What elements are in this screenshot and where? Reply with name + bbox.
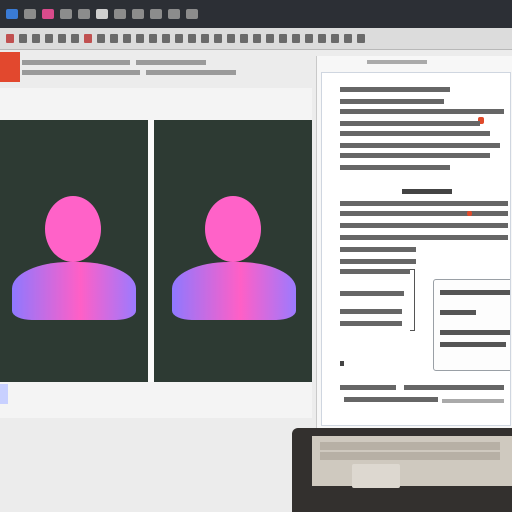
tool-icon[interactable] <box>71 34 79 43</box>
left-preview-panel[interactable] <box>0 120 148 382</box>
tool-icon[interactable] <box>162 34 170 43</box>
user-avatar-icon <box>168 196 300 320</box>
text-line <box>344 397 438 402</box>
text-line <box>340 153 490 158</box>
image-icon[interactable] <box>42 9 54 19</box>
tool-icon[interactable] <box>331 34 339 43</box>
app-icon[interactable] <box>6 9 18 19</box>
title-bar <box>0 0 512 28</box>
text-line <box>340 121 480 126</box>
tool-icon[interactable] <box>188 34 196 43</box>
tool-icon[interactable] <box>136 34 144 43</box>
brush-icon[interactable] <box>132 9 144 19</box>
user-avatar-icon <box>10 196 138 320</box>
text-line <box>340 247 416 252</box>
text-line <box>340 235 508 240</box>
text-line <box>340 321 402 326</box>
text-line <box>340 109 504 114</box>
tool-icon[interactable] <box>344 34 352 43</box>
tool-icon[interactable] <box>110 34 118 43</box>
grid-icon[interactable] <box>78 9 90 19</box>
tool-icon[interactable] <box>318 34 326 43</box>
tool-icon[interactable] <box>266 34 274 43</box>
document-page <box>321 72 511 426</box>
tool-icon[interactable] <box>240 34 248 43</box>
text-line <box>340 201 508 206</box>
text-line <box>340 269 410 274</box>
image-canvas[interactable] <box>0 88 312 418</box>
trackpad[interactable] <box>352 464 400 488</box>
zoom-icon[interactable] <box>186 9 198 19</box>
text-line <box>340 131 490 136</box>
tool-icon[interactable] <box>97 34 105 43</box>
tool-icon[interactable] <box>6 34 14 43</box>
text-line <box>340 259 416 264</box>
text-line <box>440 290 510 295</box>
tool-icon[interactable] <box>84 34 92 43</box>
tool-icon[interactable] <box>175 34 183 43</box>
tool-icon[interactable] <box>45 34 53 43</box>
text-line <box>340 309 402 314</box>
tool-icon[interactable] <box>32 34 40 43</box>
section-heading <box>402 189 452 194</box>
crop-icon[interactable] <box>114 9 126 19</box>
bracket-marker <box>410 269 415 331</box>
tool-icon[interactable] <box>123 34 131 43</box>
eraser-icon[interactable] <box>150 9 162 19</box>
keyboard-deck <box>312 436 512 488</box>
text-line <box>440 342 506 347</box>
select-icon[interactable] <box>96 9 108 19</box>
text-line <box>340 385 396 390</box>
scrollbar-thumb[interactable] <box>0 384 8 404</box>
document-header <box>325 58 505 70</box>
text-line <box>440 310 476 315</box>
text-line <box>440 330 510 335</box>
annotation-marker <box>467 211 472 216</box>
options-row <box>22 56 312 66</box>
tool-strip <box>0 28 512 50</box>
text-line <box>340 361 344 366</box>
text-line <box>404 385 504 390</box>
active-panel-indicator[interactable] <box>0 52 20 82</box>
tool-icon[interactable] <box>357 34 365 43</box>
right-preview-panel[interactable] <box>154 120 312 382</box>
document-panel[interactable] <box>316 56 512 428</box>
text-icon[interactable] <box>168 9 180 19</box>
tool-icon[interactable] <box>227 34 235 43</box>
tool-icon[interactable] <box>214 34 222 43</box>
text-line <box>340 291 404 296</box>
text-line <box>442 399 504 403</box>
tool-icon[interactable] <box>19 34 27 43</box>
text-line <box>340 165 450 170</box>
tool-icon[interactable] <box>201 34 209 43</box>
tool-icon[interactable] <box>305 34 313 43</box>
comment-box[interactable] <box>433 279 510 371</box>
tool-icon[interactable] <box>253 34 261 43</box>
text-line <box>340 223 508 228</box>
text-line <box>340 87 450 92</box>
text-line <box>340 143 500 148</box>
text-line <box>340 99 444 104</box>
tool-icon[interactable] <box>292 34 300 43</box>
tool-icon[interactable] <box>58 34 66 43</box>
text-line <box>340 211 508 216</box>
laptop-base <box>292 428 512 512</box>
tool-icon[interactable] <box>279 34 287 43</box>
options-row <box>22 66 312 76</box>
file-icon[interactable] <box>24 9 36 19</box>
tool-icon[interactable] <box>149 34 157 43</box>
options-bar <box>22 52 312 82</box>
layers-icon[interactable] <box>60 9 72 19</box>
